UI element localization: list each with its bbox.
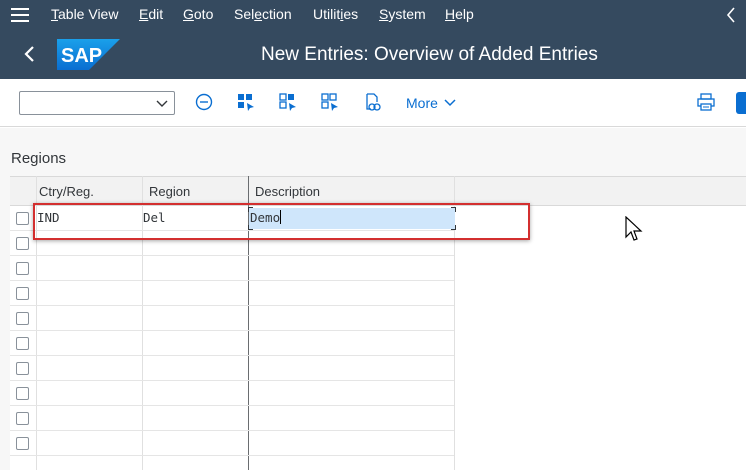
row-select-checkbox[interactable] [16,312,29,325]
table-row[interactable] [10,306,454,331]
back-icon[interactable] [20,44,40,64]
menu-table-view[interactable]: Table View [51,6,118,22]
print-icon[interactable] [696,92,716,112]
row-select-checkbox[interactable] [16,362,29,375]
content-area: Regions Ctry/Reg. Region Description IND… [0,128,746,470]
table-header: Ctry/Reg. Region Description [10,176,746,206]
table-row[interactable] [10,331,454,356]
menu-edit[interactable]: Edit [139,6,163,22]
hamburger-menu-icon[interactable] [11,8,29,22]
menu-goto[interactable]: Goto [183,6,213,22]
title-bar: SAP New Entries: Overview of Added Entri… [0,30,746,79]
more-button[interactable]: More [406,95,456,111]
svg-text:SAP: SAP [61,45,102,67]
minus-circle-icon[interactable] [194,92,214,112]
column-header-ctry[interactable]: Ctry/Reg. [39,184,94,199]
menu-help[interactable]: Help [445,6,474,22]
row-select-checkbox[interactable] [16,387,29,400]
menu-selection[interactable]: Selection [234,6,292,22]
table-row[interactable] [10,431,454,456]
table-row[interactable] [10,281,454,306]
row-select-checkbox[interactable] [16,337,29,350]
row-select-checkbox[interactable] [16,412,29,425]
sap-logo: SAP [57,39,120,70]
table-row[interactable] [10,406,454,431]
page-title: New Entries: Overview of Added Entries [261,44,598,65]
row-select-checkbox[interactable] [16,437,29,450]
red-highlight-annotation [33,203,530,240]
table-row[interactable] [10,381,454,406]
chevron-down-icon [156,100,168,107]
chevron-down-icon [444,99,456,107]
row-select-checkbox[interactable] [16,262,29,275]
more-label: More [406,95,438,111]
chevron-left-icon[interactable] [726,7,736,23]
menu-system[interactable]: System [379,6,426,22]
menu-utilities[interactable]: Utilities [313,6,358,22]
variant-settings-icon[interactable] [362,92,382,112]
row-select-checkbox[interactable] [16,237,29,250]
select-block-icon[interactable] [278,92,298,112]
section-title: Regions [11,150,67,167]
command-field-combo[interactable] [19,91,175,115]
table-row[interactable] [10,256,454,281]
column-header-region[interactable]: Region [149,184,190,199]
row-select-checkbox[interactable] [16,212,29,225]
toolbar: More [0,79,746,127]
mouse-cursor-icon [625,216,643,241]
row-select-checkbox[interactable] [16,287,29,300]
menu-bar: Table View Edit Goto Selection Utilities… [0,0,746,30]
column-header-description[interactable]: Description [255,184,320,199]
deselect-all-icon[interactable] [320,92,340,112]
select-all-icon[interactable] [236,92,256,112]
table-row[interactable] [10,356,454,381]
overflow-action-button[interactable] [736,92,746,114]
